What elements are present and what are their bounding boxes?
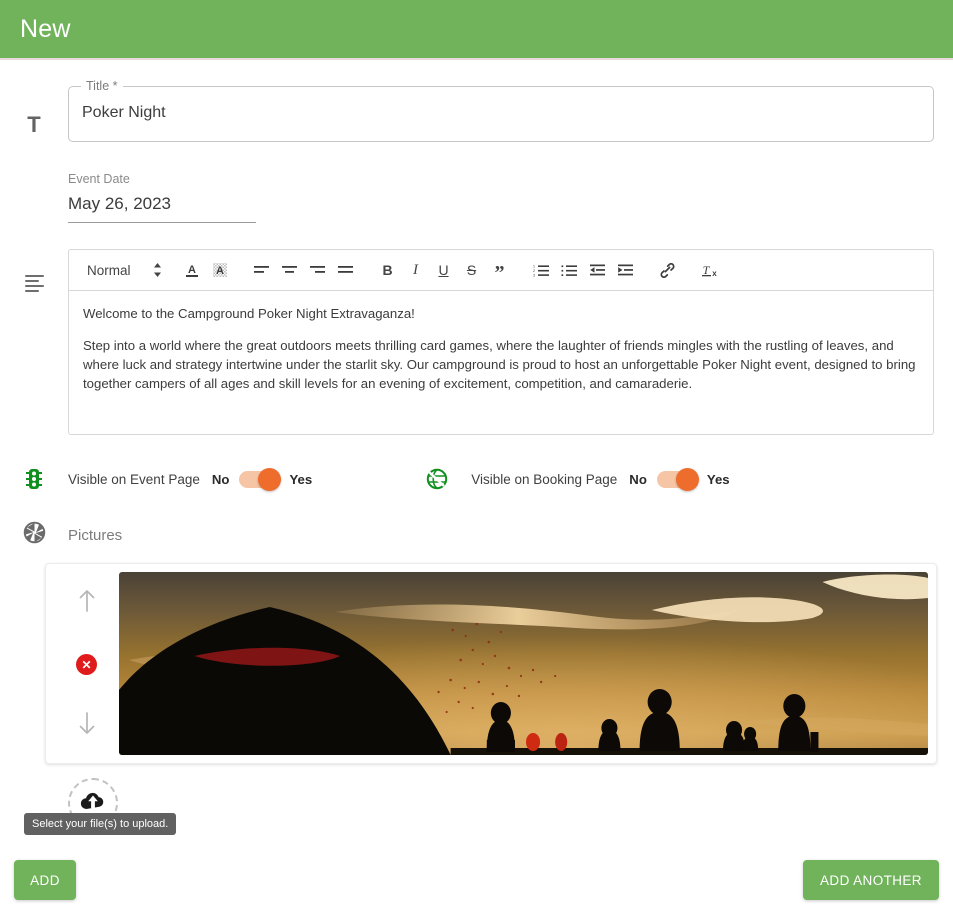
move-up-arrow-icon[interactable] [76, 588, 98, 619]
toggle-off-label-booking-page: No [629, 471, 647, 487]
toggle-visible-on-event-page: Visible on Event Page No Yes [0, 467, 313, 491]
title-label: Title * [81, 79, 123, 93]
toggle-label-event-page: Visible on Event Page [68, 471, 200, 487]
picture-controls: ✕ [54, 572, 119, 755]
event-date-label: Event Date [68, 172, 130, 186]
editor-paragraph-1: Welcome to the Campground Poker Night Ex… [83, 306, 415, 321]
traffic-light-icon [0, 468, 68, 490]
form-body: T Title * Poker Night Event Date May 26,… [0, 79, 953, 835]
text-format-icon: T [27, 112, 41, 137]
bullet-list-icon[interactable] [556, 257, 584, 283]
background-color-icon[interactable]: A [206, 257, 234, 283]
chevron-updown-icon [153, 262, 162, 278]
align-center-icon[interactable] [276, 257, 304, 283]
description-editor-row: Normal A A B I U S ” 1 2 3 T x Welcome t… [0, 249, 953, 435]
underline-icon[interactable]: U [430, 257, 458, 283]
text-lines-icon [24, 275, 44, 292]
campers-sunset-photo [119, 572, 928, 755]
cloud-upload-icon [80, 791, 106, 816]
align-left-icon[interactable] [248, 257, 276, 283]
toggle-visible-on-booking-page: Visible on Booking Page No Yes [403, 467, 730, 491]
event-date-value: May 26, 2023 [68, 194, 256, 223]
event-date-row: Event Date May 26, 2023 [0, 172, 953, 223]
upload-tooltip: Select your file(s) to upload. [24, 813, 177, 835]
globe-icon [403, 468, 471, 490]
header-divider [0, 58, 953, 60]
new-event-form-page: New T Title * Poker Night Event Date May… [0, 0, 953, 911]
form-footer: ADD ADD ANOTHER [0, 860, 953, 900]
page-title: New [20, 14, 71, 43]
clear-format-icon[interactable]: T x [696, 257, 724, 283]
svg-text:T: T [702, 263, 710, 277]
pictures-label: Pictures [68, 526, 123, 544]
align-right-icon[interactable] [304, 257, 332, 283]
toggle-switch-booking-page[interactable] [656, 467, 699, 491]
italic-icon[interactable]: I [402, 257, 430, 283]
strikethrough-icon[interactable]: S [458, 257, 486, 283]
toggle-label-booking-page: Visible on Booking Page [471, 471, 618, 487]
page-header: New [0, 0, 953, 58]
picture-thumbnail[interactable] [119, 572, 928, 755]
svg-text:3: 3 [533, 273, 535, 277]
svg-text:x: x [712, 269, 717, 278]
toggle-on-label-booking-page: Yes [706, 471, 730, 487]
remove-picture-button[interactable]: ✕ [76, 654, 97, 675]
toggle-on-label-event-page: Yes [289, 471, 313, 487]
editor-toolbar: Normal A A B I U S ” 1 2 3 T x [69, 250, 933, 291]
pictures-gutter [0, 521, 68, 549]
title-field-row: T Title * Poker Night [0, 79, 953, 142]
svg-text:2: 2 [533, 269, 535, 273]
add-button[interactable]: ADD [14, 860, 76, 900]
svg-text:A: A [188, 264, 196, 276]
aperture-icon [23, 521, 46, 549]
move-down-arrow-icon[interactable] [76, 710, 98, 741]
title-value: Poker Night [82, 104, 166, 121]
rich-text-editor: Normal A A B I U S ” 1 2 3 T x Welcome t… [68, 249, 934, 435]
picture-item-panel: ✕ [45, 563, 937, 764]
blockquote-icon[interactable]: ” [486, 257, 514, 283]
toggle-knob [258, 467, 282, 491]
svg-text:A: A [216, 265, 224, 277]
outdent-icon[interactable] [584, 257, 612, 283]
text-color-icon[interactable]: A [178, 257, 206, 283]
upload-area: Select your file(s) to upload. [24, 778, 288, 835]
add-another-button[interactable]: ADD ANOTHER [803, 860, 939, 900]
ordered-list-icon[interactable]: 1 2 3 [528, 257, 556, 283]
editor-paragraph-2: Step into a world where the great outdoo… [83, 338, 916, 392]
pictures-section-header: Pictures [0, 521, 953, 549]
editor-content[interactable]: Welcome to the Campground Poker Night Ex… [69, 291, 933, 434]
format-select-value: Normal [87, 262, 131, 278]
svg-text:1: 1 [533, 265, 535, 269]
title-input[interactable]: Title * Poker Night [68, 79, 934, 142]
align-justify-icon[interactable] [332, 257, 360, 283]
description-gutter [0, 249, 68, 292]
bold-icon[interactable]: B [374, 257, 402, 283]
title-field-gutter: T [0, 86, 68, 136]
visibility-toggles-row: Visible on Event Page No Yes Visible on … [0, 459, 953, 499]
toggle-switch-event-page[interactable] [239, 467, 282, 491]
format-select[interactable]: Normal [77, 262, 168, 278]
toggle-knob [675, 467, 699, 491]
link-icon[interactable] [654, 257, 682, 283]
toggle-off-label-event-page: No [211, 471, 230, 487]
indent-icon[interactable] [612, 257, 640, 283]
event-date-field[interactable]: Event Date May 26, 2023 [68, 172, 256, 223]
